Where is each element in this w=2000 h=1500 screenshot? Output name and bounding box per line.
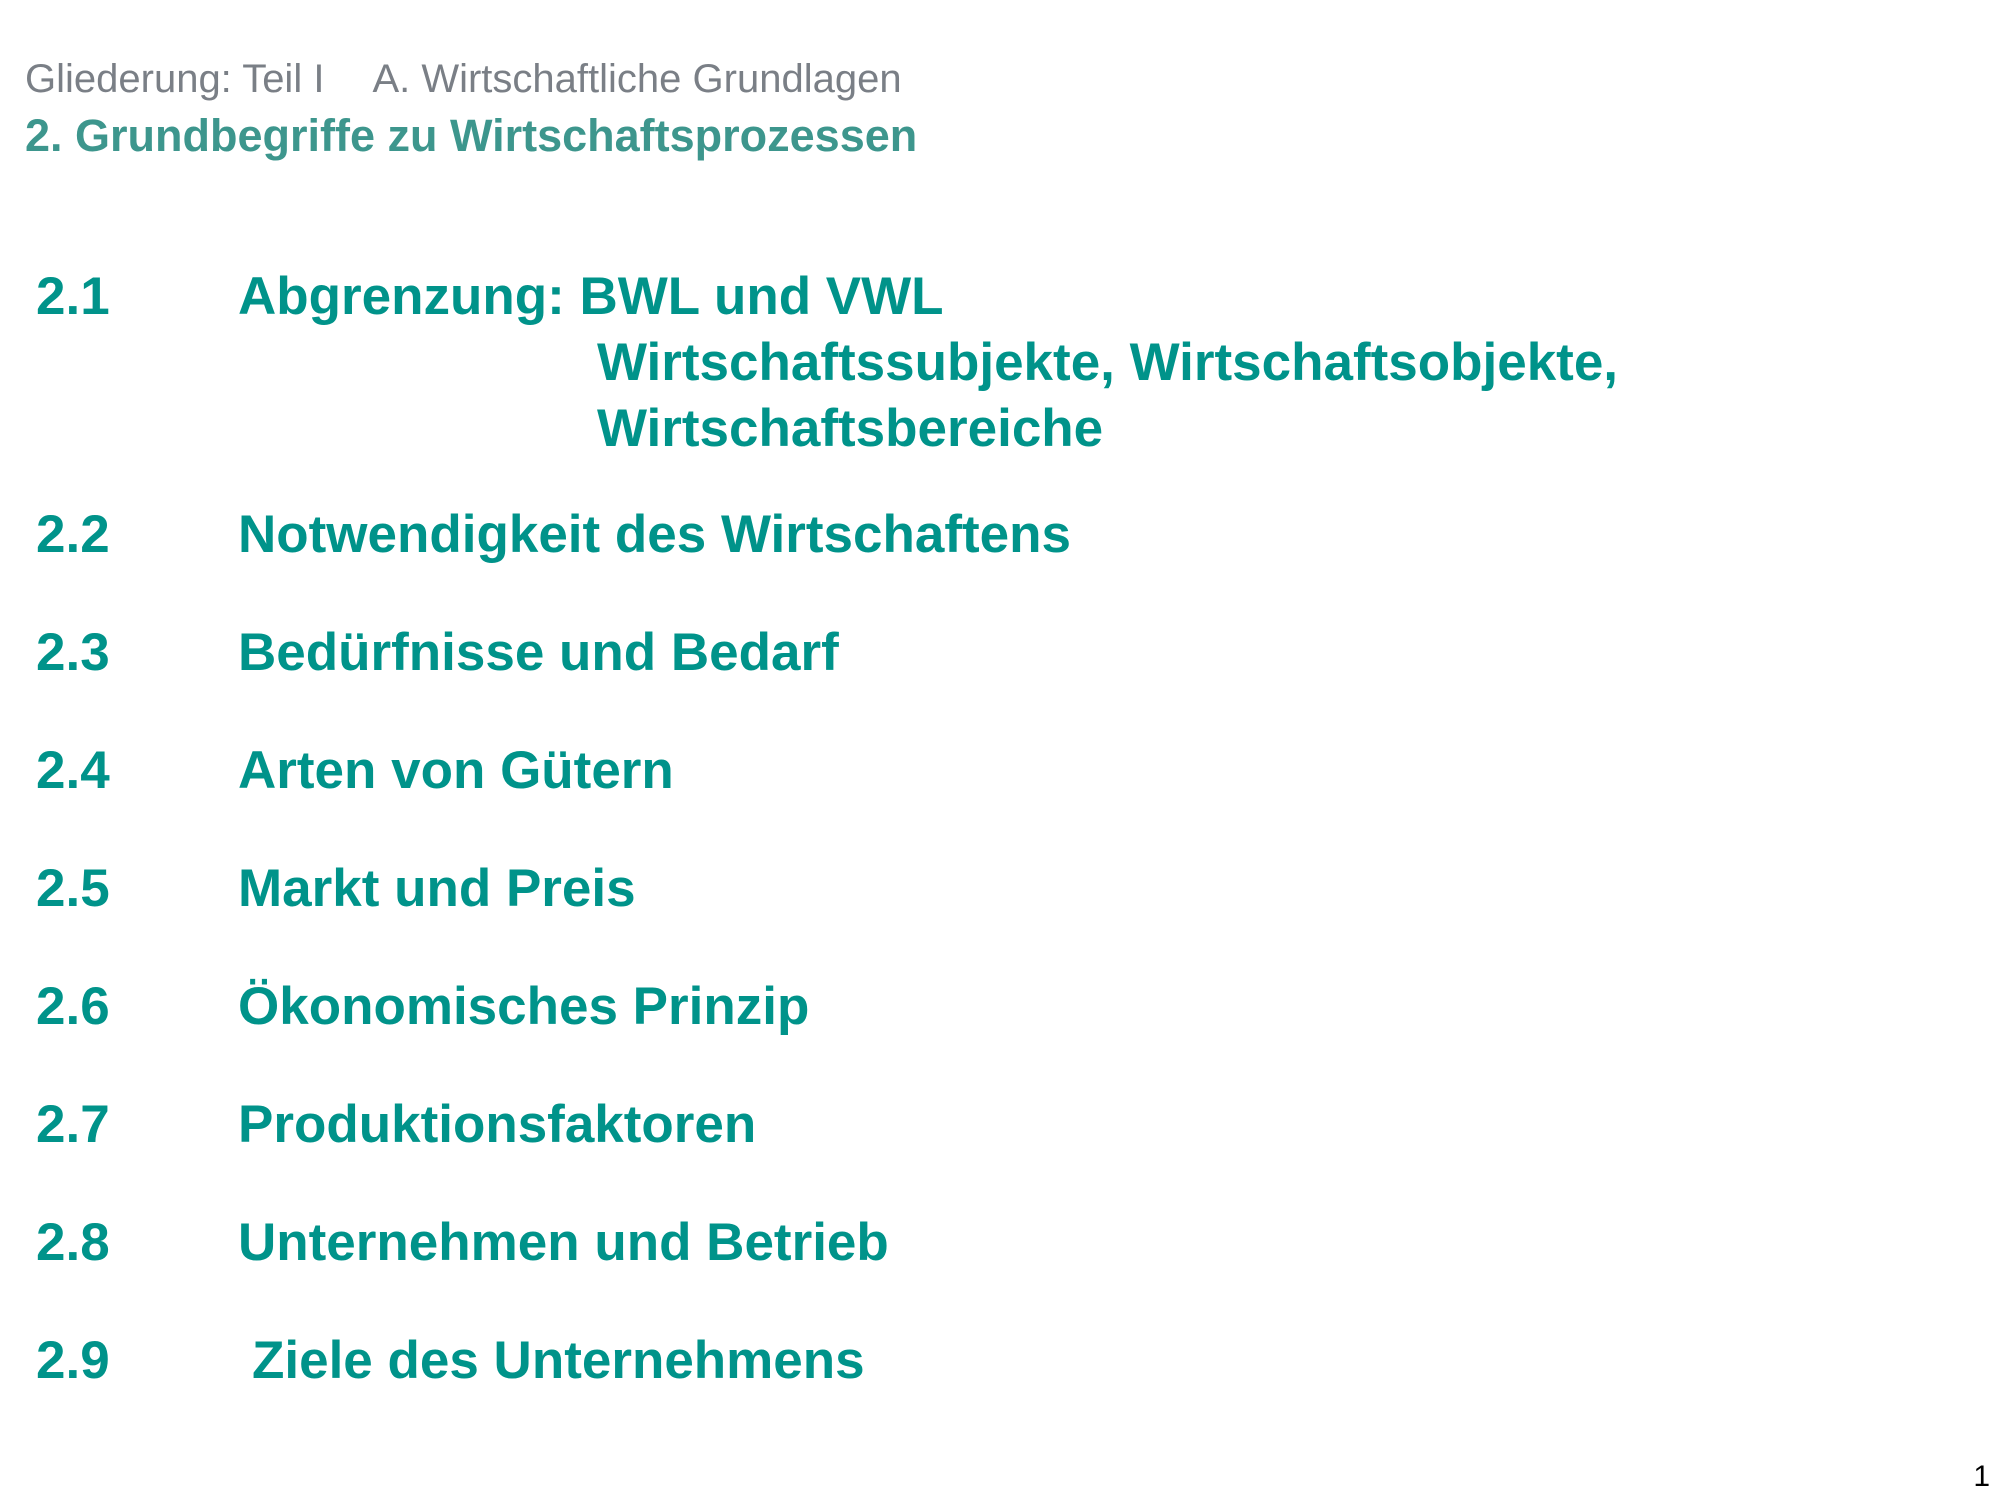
toc-subtitle-line-1: Wirtschaftssubjekte, Wirtschaftsobjekte, [597, 333, 1619, 392]
toc-number: 2.5 [36, 859, 110, 918]
toc-title: Bedürfnisse und Bedarf [238, 623, 839, 682]
toc-number: 2.8 [36, 1213, 110, 1272]
breadcrumb: Gliederung: Teil I A. Wirtschaftliche Gru… [25, 52, 917, 106]
toc-item-2-9: 2.9 Ziele des Unternehmens [36, 1328, 1936, 1394]
part-title: A. Wirtschaftliche Grundlagen [372, 57, 902, 101]
toc-number: 2.1 [36, 267, 110, 326]
toc-title: Arten von Gütern [238, 741, 674, 800]
toc-number: 2.6 [36, 977, 110, 1036]
toc-number: 2.3 [36, 623, 110, 682]
toc-number: 2.7 [36, 1095, 110, 1154]
toc-title: Produktionsfaktoren [238, 1095, 757, 1154]
toc-item-2-7: 2.7 Produktionsfaktoren [36, 1092, 1936, 1158]
outline-label: Gliederung: Teil I [25, 57, 325, 101]
toc-item-2-4: 2.4 Arten von Gütern [36, 738, 1936, 804]
toc-item-2-2: 2.2 Notwendigkeit des Wirtschaftens [36, 502, 1936, 568]
toc-subtitle-line-2: Wirtschaftsbereiche [597, 399, 1104, 458]
chapter-title: 2. Grundbegriffe zu Wirtschaftsprozessen [25, 110, 918, 161]
table-of-contents: 2.1 Abgrenzung: BWL und VWL Wirtschaftss… [36, 264, 1936, 1446]
toc-title: Ziele des Unternehmens [252, 1331, 865, 1390]
toc-item-2-1: 2.1 Abgrenzung: BWL und VWL Wirtschaftss… [36, 264, 1936, 462]
toc-title: Ökonomisches Prinzip [238, 977, 810, 1036]
toc-title: Unternehmen und Betrieb [238, 1213, 889, 1272]
page-number: 1 [1973, 1460, 1990, 1493]
toc-title: Notwendigkeit des Wirtschaftens [238, 505, 1071, 564]
toc-item-2-5: 2.5 Markt und Preis [36, 856, 1936, 922]
toc-item-2-8: 2.8 Unternehmen und Betrieb [36, 1210, 1936, 1276]
slide-header: Gliederung: Teil I A. Wirtschaftliche Gru… [25, 52, 917, 167]
toc-number: 2.9 [36, 1331, 110, 1390]
toc-item-2-6: 2.6 Ökonomisches Prinzip [36, 974, 1936, 1040]
toc-number: 2.4 [36, 741, 110, 800]
toc-title: Markt und Preis [238, 859, 636, 918]
toc-item-2-3: 2.3 Bedürfnisse und Bedarf [36, 620, 1936, 686]
toc-title: Abgrenzung: BWL und VWL [238, 267, 944, 326]
toc-number: 2.2 [36, 505, 110, 564]
